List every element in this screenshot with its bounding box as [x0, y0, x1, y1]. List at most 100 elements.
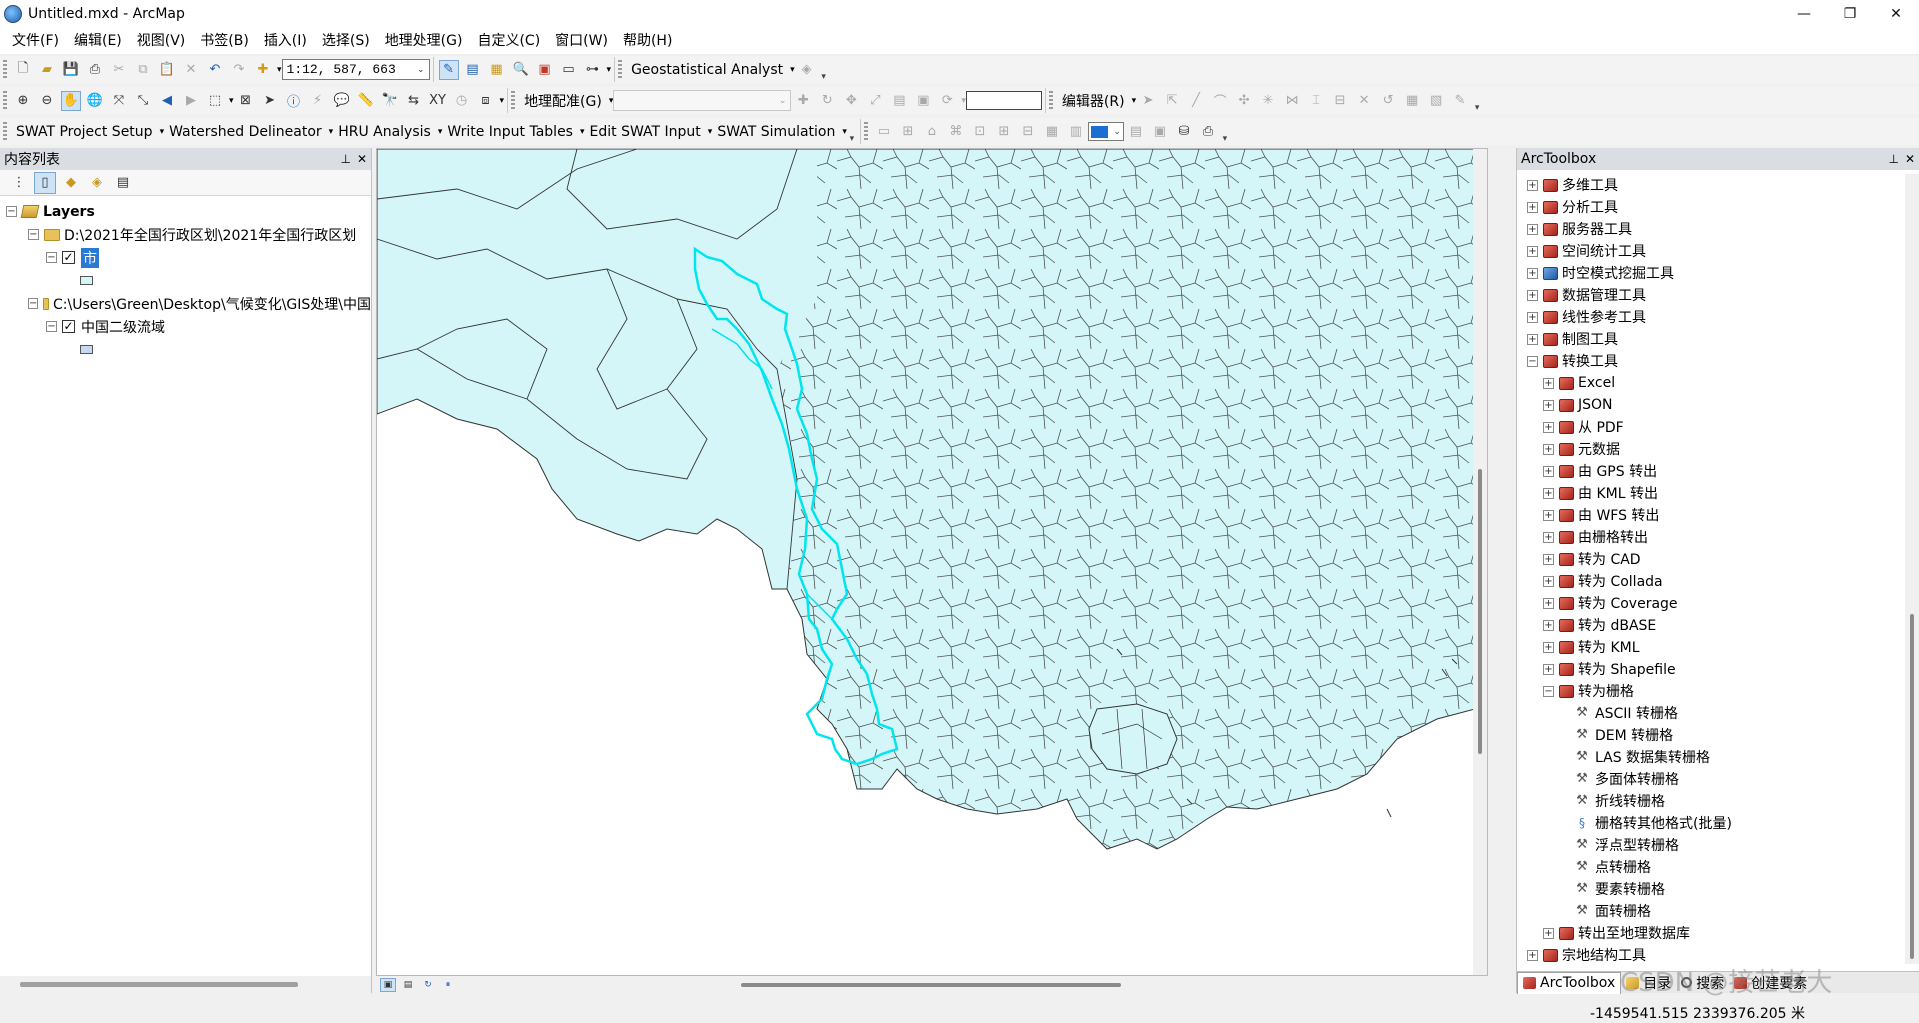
rotate-angle-icon[interactable]: ⟳: [937, 91, 957, 111]
toolbox-item[interactable]: + 线性参考工具: [1517, 306, 1905, 328]
toc-options-icon[interactable]: ▤: [112, 172, 134, 194]
toolset-item[interactable]: + Excel: [1517, 372, 1905, 394]
select-features-icon[interactable]: ⬚: [205, 91, 225, 111]
toc-root-row[interactable]: − Layers: [0, 200, 371, 223]
edit-swat-input-menu[interactable]: Edit SWAT Input: [585, 124, 706, 140]
fixed-zoom-out-icon[interactable]: ⤡: [133, 91, 153, 111]
toolset-item-to-raster[interactable]: − 转为栅格: [1517, 680, 1905, 702]
expand-icon[interactable]: +: [1527, 289, 1538, 301]
align-icon[interactable]: ▥: [1066, 122, 1086, 142]
layer-visibility-checkbox[interactable]: ✓: [62, 320, 75, 333]
html-popup-icon[interactable]: 💬: [332, 91, 352, 111]
print-preview-icon[interactable]: ⎙: [1198, 122, 1218, 142]
collapse-icon[interactable]: −: [28, 229, 39, 240]
goto-xy-icon[interactable]: XY: [428, 91, 448, 111]
expand-icon[interactable]: +: [1527, 179, 1538, 191]
toolset-item[interactable]: + 转为 Coverage: [1517, 592, 1905, 614]
trace-icon[interactable]: ✣: [1234, 91, 1254, 111]
refresh-icon[interactable]: ↻: [420, 978, 436, 992]
view-link-table-icon[interactable]: ▤: [889, 91, 909, 111]
scrollbar-thumb[interactable]: [1910, 614, 1914, 959]
collapse-icon[interactable]: −: [46, 321, 57, 332]
draw-polygon-icon[interactable]: ⊡: [970, 122, 990, 142]
expand-icon[interactable]: +: [1527, 267, 1538, 279]
collapse-icon[interactable]: −: [1543, 685, 1554, 697]
collapse-icon[interactable]: −: [28, 298, 39, 309]
add-data-icon[interactable]: ✚: [253, 60, 273, 80]
sketch-properties-icon[interactable]: ▧: [1426, 91, 1446, 111]
toc-group-row[interactable]: − D:\2021年全国行政区划\2021年全国行政区划: [0, 223, 371, 246]
time-slider-icon[interactable]: ◷: [452, 91, 472, 111]
draw-rectangle-icon[interactable]: ▭: [874, 122, 894, 142]
toolbar-options-arrow[interactable]: ▾: [1220, 120, 1230, 144]
map-canvas[interactable]: [377, 149, 1475, 976]
scrollbar-thumb[interactable]: [1478, 469, 1482, 754]
editor-toolbar-icon[interactable]: ✎: [438, 59, 459, 80]
write-input-tables-menu[interactable]: Write Input Tables: [442, 124, 578, 140]
full-extent-globe-icon[interactable]: 🌐: [85, 91, 105, 111]
pin-icon[interactable]: ⊥: [1888, 152, 1898, 166]
model-builder-icon[interactable]: ⊶: [583, 60, 603, 80]
toolbar-grip[interactable]: [863, 121, 868, 142]
expand-icon[interactable]: +: [1543, 465, 1554, 477]
toc-horizontal-scrollbar[interactable]: [0, 976, 371, 993]
menu-insert[interactable]: 插入(I): [258, 28, 313, 54]
zoom-out-icon[interactable]: ⊖: [37, 91, 57, 111]
pause-drawing-icon[interactable]: ⏸: [440, 978, 456, 992]
toolbar-options-arrow[interactable]: ▾: [1472, 89, 1482, 113]
toolbox-item-conversion[interactable]: − 转换工具: [1517, 350, 1905, 372]
tool-item[interactable]: ⚒ 浮点型转栅格: [1517, 834, 1905, 856]
legend-patch[interactable]: [80, 276, 93, 285]
zoom-in-icon[interactable]: ⊕: [13, 91, 33, 111]
maximize-button[interactable]: ❐: [1827, 0, 1873, 28]
expand-icon[interactable]: +: [1543, 399, 1554, 411]
georeferencing-layer-combo[interactable]: ⌄: [613, 90, 792, 111]
toolbar-grip[interactable]: [1048, 90, 1053, 111]
print-icon[interactable]: ⎙: [85, 60, 105, 80]
create-viewer-icon[interactable]: ⧈: [476, 91, 496, 111]
toolbar-grip[interactable]: [3, 121, 7, 142]
toolbox-item[interactable]: + 时空模式挖掘工具: [1517, 262, 1905, 284]
editor-menu[interactable]: 编辑器(R): [1057, 91, 1130, 111]
draw-marker-icon[interactable]: ⌘: [946, 122, 966, 142]
tool-item[interactable]: § 栅格转其他格式(批量): [1517, 812, 1905, 834]
create-features-icon[interactable]: ✎: [1450, 91, 1470, 111]
select-elements-icon[interactable]: ➤: [260, 91, 280, 111]
watershed-delineator-menu[interactable]: Watershed Delineator: [164, 124, 327, 140]
shift-icon[interactable]: ✥: [841, 91, 861, 111]
cut-polygons-icon[interactable]: ⊟: [1330, 91, 1350, 111]
list-by-source-icon[interactable]: ▯: [34, 171, 56, 194]
expand-icon[interactable]: +: [1543, 575, 1554, 587]
expand-icon[interactable]: +: [1527, 245, 1538, 257]
toolbar-grip[interactable]: [3, 59, 7, 80]
scrollbar-thumb[interactable]: [20, 982, 298, 987]
expand-icon[interactable]: +: [1527, 201, 1538, 213]
measure-icon[interactable]: 📏: [356, 91, 376, 111]
toolbox-item[interactable]: + 制图工具: [1517, 328, 1905, 350]
menu-help[interactable]: 帮助(H): [617, 28, 678, 54]
undo-icon[interactable]: ↶: [205, 60, 225, 80]
point-icon[interactable]: ✳: [1258, 91, 1278, 111]
draw-text-icon[interactable]: ⊞: [898, 122, 918, 142]
close-icon[interactable]: ✕: [1905, 152, 1915, 166]
geostatistical-analyst-menu[interactable]: Geostatistical Analyst: [626, 62, 788, 78]
hru-analysis-menu[interactable]: HRU Analysis: [333, 124, 436, 140]
toolset-item[interactable]: + 由 KML 转出: [1517, 482, 1905, 504]
expand-icon[interactable]: +: [1543, 531, 1554, 543]
menu-customize[interactable]: 自定义(C): [471, 28, 546, 54]
edit-vertices-icon[interactable]: ⋈: [1282, 91, 1302, 111]
toolset-item[interactable]: + 由 WFS 转出: [1517, 504, 1905, 526]
expand-icon[interactable]: +: [1543, 509, 1554, 521]
map-view[interactable]: [376, 148, 1488, 976]
tool-item[interactable]: ⚒ LAS 数据集转栅格: [1517, 746, 1905, 768]
layer-name[interactable]: 市: [81, 247, 99, 268]
swat-simulation-menu[interactable]: SWAT Simulation: [712, 124, 840, 140]
reshape-icon[interactable]: ⌶: [1306, 91, 1326, 111]
attributes-icon[interactable]: ▦: [1402, 91, 1422, 111]
toolbox-item[interactable]: + 数据管理工具: [1517, 284, 1905, 306]
back-arrow-icon[interactable]: ◀: [157, 91, 177, 111]
layout-page-icon[interactable]: ▤: [1126, 122, 1146, 142]
scale-icon[interactable]: ⤢: [865, 91, 885, 111]
georeferencing-menu[interactable]: 地理配准(G): [519, 91, 607, 111]
geostatistical-wizard-icon[interactable]: ◈: [797, 60, 817, 80]
